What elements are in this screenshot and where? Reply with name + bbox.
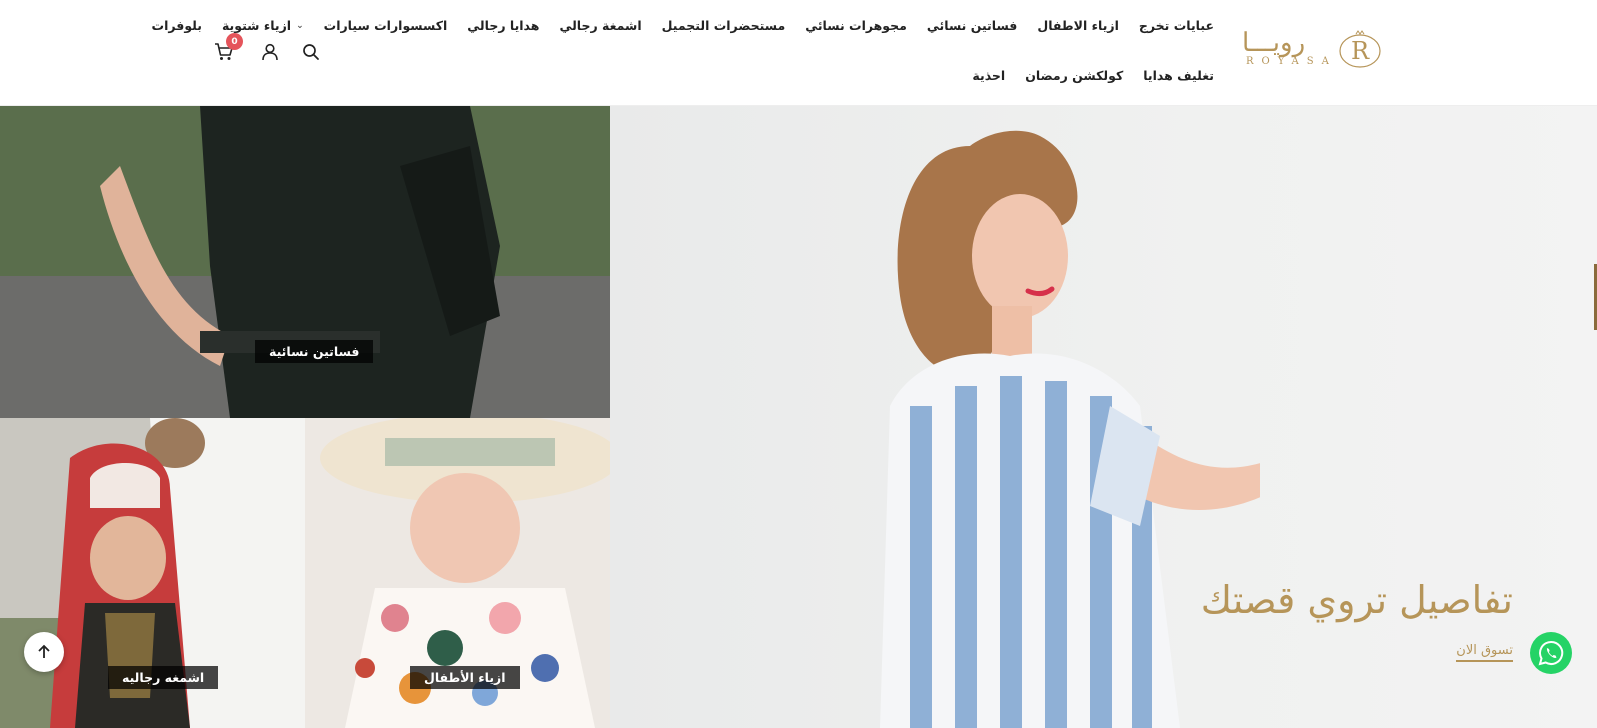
cart-count-badge: 0 <box>226 33 243 50</box>
nav-item-winter-fashion[interactable]: ازياء شتوية ⌄ <box>222 18 304 33</box>
tile-men-shemaghs[interactable]: اشمغه رجاليه <box>0 418 305 728</box>
tile-label-kids-fashion: ازياء الأطفال <box>410 666 520 689</box>
tile-women-dresses[interactable]: فساتين نسائية <box>0 106 610 418</box>
hero-model-image <box>880 130 1260 728</box>
nav-item-car-accessories[interactable]: اكسسوارات سيارات <box>324 18 448 33</box>
search-button[interactable] <box>299 40 323 64</box>
cart-button[interactable]: 0 <box>212 33 243 64</box>
user-icon <box>262 43 278 61</box>
logo-r-mark-icon: R <box>1339 30 1381 68</box>
nav-item-ramadan-collection[interactable]: كولكشن رمضان <box>1025 68 1123 83</box>
chevron-down-icon: ⌄ <box>296 20 304 31</box>
nav-item-pullovers[interactable]: بلوفرات <box>152 18 202 33</box>
site-header: رويـــا ROYASA R عبايات تخرج ازياء الاطف… <box>0 0 1597 106</box>
scroll-to-top-button[interactable] <box>24 632 64 672</box>
women-dresses-image <box>0 106 610 418</box>
nav-item-kids-fashion[interactable]: ازياء الاطفال <box>1037 18 1119 33</box>
shop-now-link[interactable]: تسوق الان <box>1456 643 1513 662</box>
nav-item-men-shemaghs[interactable]: اشمغة رجالي <box>559 18 641 33</box>
whatsapp-icon <box>1538 640 1564 666</box>
logo-english-text: ROYASA <box>1246 56 1337 67</box>
logo-arabic-text: رويـــا <box>1242 28 1306 58</box>
nav-item-men-gifts[interactable]: هدايا رجالي <box>467 18 539 33</box>
nav-item-shoes[interactable]: احذية <box>972 68 1005 83</box>
whatsapp-button[interactable] <box>1530 632 1572 674</box>
main-nav-row-1: عبايات تخرج ازياء الاطفال فساتين نسائي م… <box>152 18 1214 33</box>
nav-item-gift-wrapping[interactable]: تغليف هدايا <box>1143 68 1214 83</box>
svg-text:R: R <box>1351 37 1370 65</box>
tile-label-women-dresses: فساتين نسائية <box>255 340 374 363</box>
nav-item-graduation-abayas[interactable]: عبايات تخرج <box>1139 18 1214 33</box>
brand-logo[interactable]: رويـــا ROYASA R <box>1242 28 1384 74</box>
nav-item-winter-fashion-label: ازياء شتوية <box>221 18 292 33</box>
nav-item-cosmetics[interactable]: مستحضرات التجميل <box>662 18 786 33</box>
arrow-up-icon <box>38 644 50 658</box>
nav-item-women-jewelry[interactable]: مجوهرات نسائي <box>805 18 907 33</box>
search-icon <box>303 44 319 60</box>
nav-item-women-dresses[interactable]: فساتين نسائي <box>927 18 1017 33</box>
tile-label-men-shemaghs: اشمغه رجاليه <box>108 666 219 689</box>
hero-banner[interactable] <box>610 106 1597 728</box>
tile-kids-fashion[interactable]: ازياء الأطفال <box>305 418 610 728</box>
main-nav-row-2: تغليف هدايا كولكشن رمضان احذية <box>972 68 1214 83</box>
account-button[interactable] <box>258 40 282 64</box>
